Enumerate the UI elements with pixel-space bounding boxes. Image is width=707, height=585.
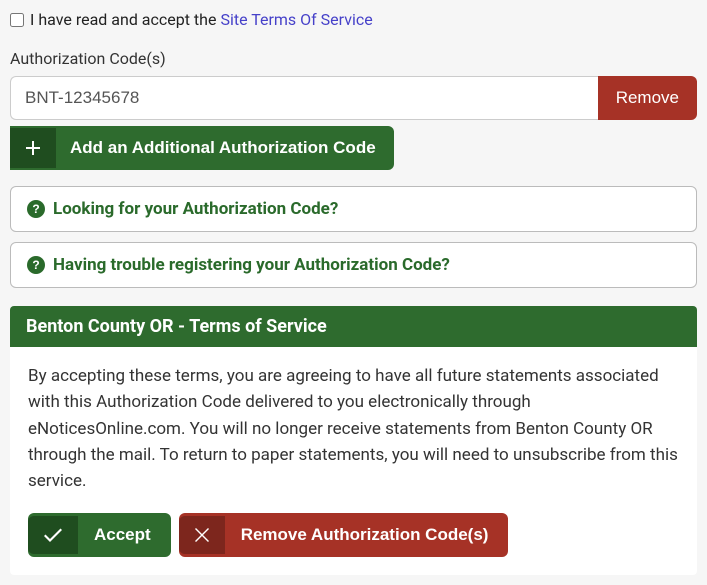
add-code-label: Add an Additional Authorization Code: [66, 126, 394, 170]
terms-checkbox-label: I have read and accept the Site Terms Of…: [30, 10, 373, 29]
close-icon: [179, 516, 225, 554]
auth-code-input[interactable]: [10, 76, 598, 120]
auth-code-row: Remove: [10, 76, 697, 120]
accept-label: Accept: [88, 513, 171, 557]
terms-prefix-text: I have read and accept the: [30, 10, 220, 29]
svg-text:?: ?: [32, 202, 39, 216]
remove-all-button[interactable]: Remove Authorization Code(s): [179, 513, 509, 557]
remove-all-label: Remove Authorization Code(s): [235, 513, 509, 557]
help-find-code-label: Looking for your Authorization Code?: [53, 199, 338, 219]
help-find-code[interactable]: ? Looking for your Authorization Code?: [10, 186, 697, 232]
svg-text:?: ?: [32, 258, 39, 272]
check-icon: [28, 516, 78, 554]
help-trouble[interactable]: ? Having trouble registering your Author…: [10, 242, 697, 288]
remove-code-button[interactable]: Remove: [598, 76, 697, 120]
question-circle-icon: ?: [27, 256, 45, 274]
tos-body-text: By accepting these terms, you are agreei…: [28, 363, 679, 495]
terms-checkbox-row: I have read and accept the Site Terms Of…: [10, 10, 697, 29]
site-terms-link[interactable]: Site Terms Of Service: [220, 10, 372, 29]
auth-codes-label: Authorization Code(s): [10, 49, 697, 68]
plus-icon: [10, 128, 56, 168]
tos-header: Benton County OR - Terms of Service: [10, 306, 697, 347]
terms-checkbox[interactable]: [10, 13, 24, 27]
add-code-button[interactable]: Add an Additional Authorization Code: [10, 126, 394, 170]
help-trouble-label: Having trouble registering your Authoriz…: [53, 255, 450, 275]
question-circle-icon: ?: [27, 200, 45, 218]
tos-body: By accepting these terms, you are agreei…: [10, 347, 697, 575]
tos-actions: Accept Remove Authorization Code(s): [28, 513, 679, 557]
accept-button[interactable]: Accept: [28, 513, 171, 557]
tos-panel: Benton County OR - Terms of Service By a…: [10, 306, 697, 575]
